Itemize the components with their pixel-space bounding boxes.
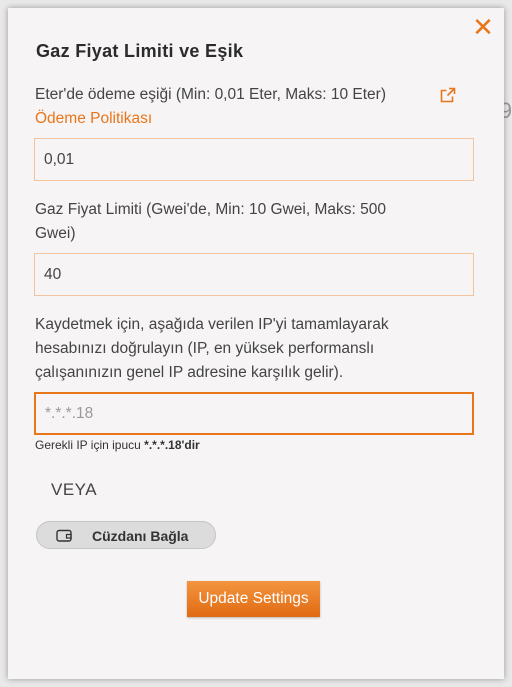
connect-wallet-label: Cüzdanı Bağla [92,528,189,544]
connect-wallet-button[interactable]: Cüzdanı Bağla [36,521,216,549]
ip-hint-prefix: Gerekli IP için ipucu [35,438,145,452]
threshold-label: Eter'de ödeme eşiği (Min: 0,01 Eter, Mak… [35,83,386,131]
ip-hint: Gerekli IP için ipucu *.*.*.18'dir [35,438,200,452]
modal-title: Gaz Fiyat Limiti ve Eşik [36,41,244,61]
external-link-icon[interactable] [440,87,456,103]
gas-price-limit-input[interactable] [34,253,474,296]
ip-verify-line3: çalışanınızın genel IP adresine karşılık… [35,364,344,381]
or-divider-label: VEYA [51,480,98,499]
gas-limit-label: Gaz Fiyat Limiti (Gwei'de, Min: 10 Gwei,… [35,198,386,246]
update-settings-button[interactable]: Update Settings [187,581,320,617]
ip-verify-label: Kaydetmek için, aşağıda verilen IP'yi ta… [35,313,389,385]
threshold-label-text: Eter'de ödeme eşiği (Min: 0,01 Eter, Mak… [35,86,387,103]
ip-verify-line2: hesabınızı doğrulayın (IP, en yüksek per… [35,340,375,357]
payment-policy-link[interactable]: Ödeme Politikası [35,110,152,127]
gas-limit-label-line1: Gaz Fiyat Limiti (Gwei'de, Min: 10 Gwei,… [35,201,386,218]
ip-verification-input[interactable] [34,392,474,435]
payment-threshold-input[interactable] [34,138,474,181]
ip-verify-line1: Kaydetmek için, aşağıda verilen IP'yi ta… [35,316,389,333]
close-icon[interactable]: ✕ [472,15,494,41]
gas-limit-label-line2: Gwei) [35,225,76,242]
ip-hint-value: *.*.*.18'dir [144,438,200,452]
wallet-icon [56,529,72,542]
gas-settings-modal: ✕ Gaz Fiyat Limiti ve Eşik Eter'de ödeme… [8,8,504,679]
